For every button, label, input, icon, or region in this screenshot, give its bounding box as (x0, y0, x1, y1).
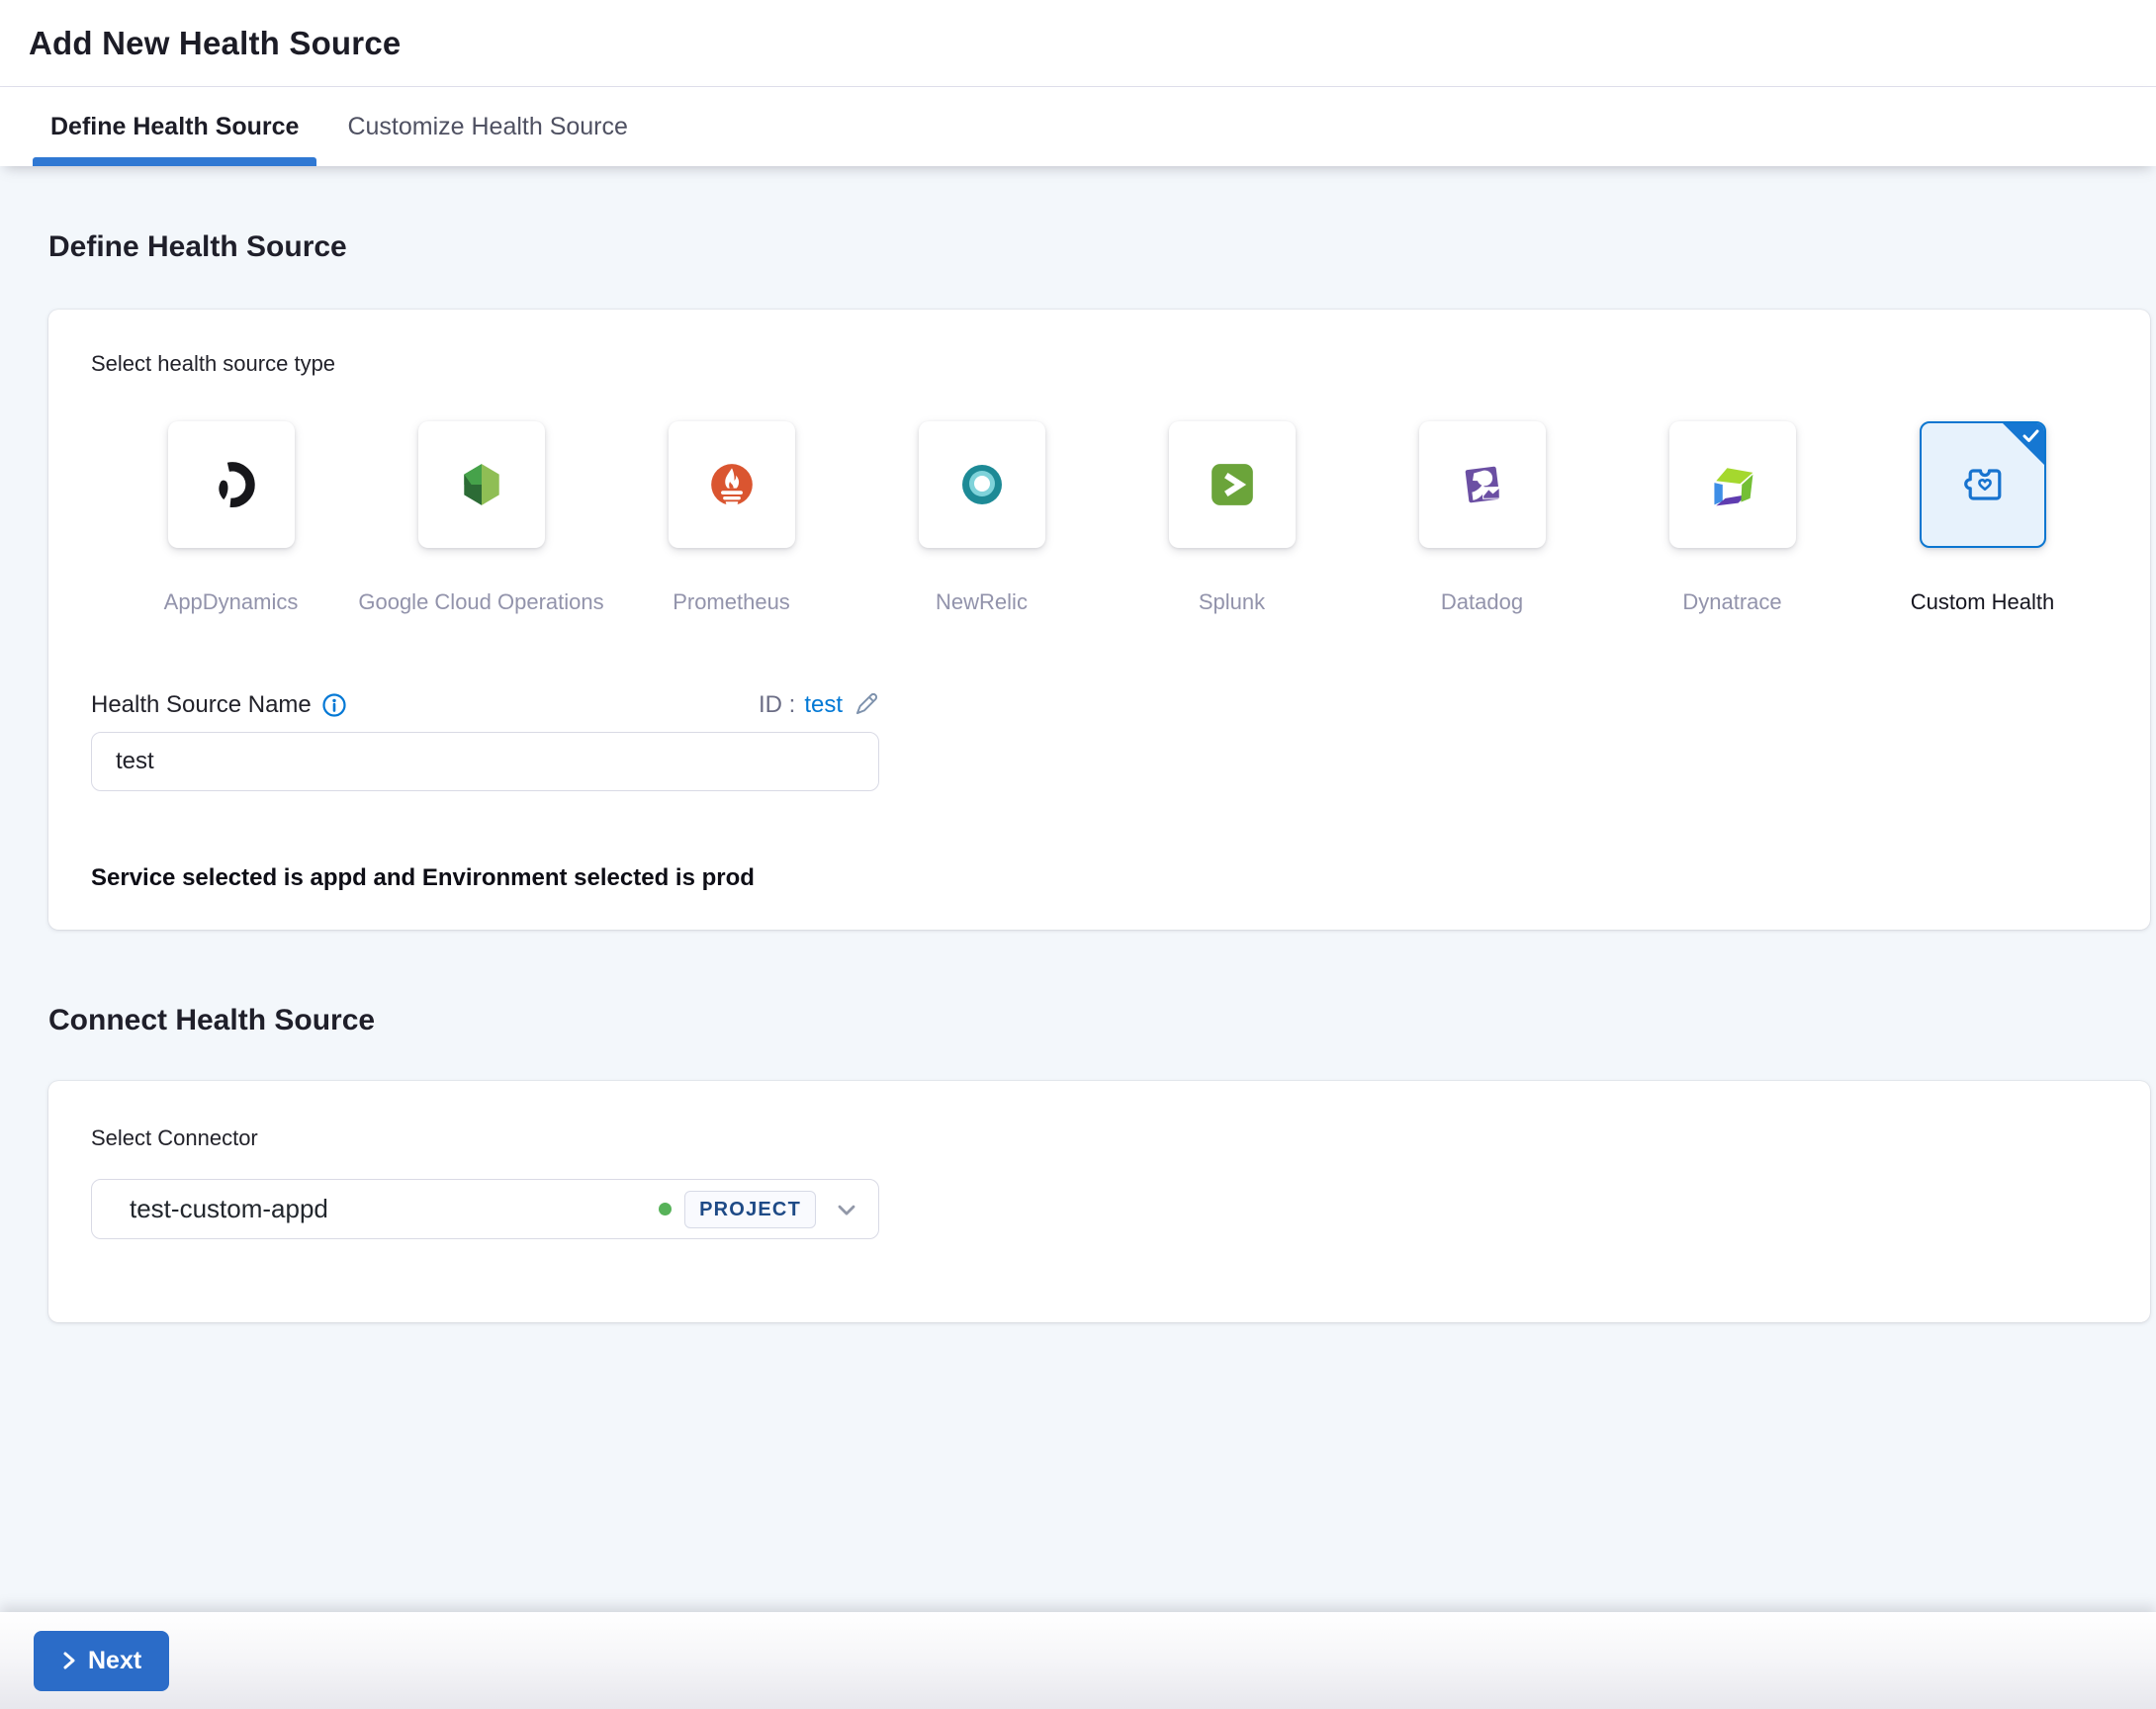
tab-label: Customize Health Source (347, 112, 628, 140)
selected-corner (2000, 423, 2044, 467)
source-type-datadog: Datadog (1357, 421, 1607, 615)
source-type-label: NewRelic (936, 589, 1028, 614)
connect-health-source-card: Select Connector test-custom-appd PROJEC… (48, 1081, 2150, 1322)
info-icon[interactable] (321, 692, 347, 718)
connect-section-heading: Connect Health Source (48, 1004, 376, 1036)
tab-define-health-source[interactable]: Define Health Source (33, 87, 317, 166)
dynatrace-icon (1707, 459, 1758, 510)
source-type-label: Prometheus (673, 589, 790, 614)
tab-bar: Define Health Source Customize Health So… (0, 87, 2156, 166)
source-type-card-datadog[interactable] (1418, 421, 1546, 548)
source-type-label: Splunk (1198, 589, 1266, 614)
id-value-link[interactable]: test (804, 691, 843, 719)
source-type-dynatrace: Dynatrace (1607, 421, 1857, 615)
connector-select[interactable]: test-custom-appd PROJECT (91, 1179, 879, 1239)
appdynamics-icon (207, 460, 256, 509)
source-type-tiles: AppDynamics Google Cloud Operations Prom… (106, 421, 2108, 615)
select-type-label: Select health source type (91, 351, 336, 376)
source-type-label: AppDynamics (163, 589, 299, 614)
service-environment-text: Service selected is appd and Environment… (91, 864, 755, 891)
source-type-card-appdynamics[interactable] (167, 421, 295, 548)
id-row: ID : test (759, 691, 879, 719)
connector-scope-badge: PROJECT (684, 1190, 816, 1228)
next-button-label: Next (88, 1646, 142, 1674)
source-type-card-custom-health[interactable] (1919, 421, 2046, 548)
id-label: ID : (758, 691, 796, 718)
source-type-google-cloud-operations: Google Cloud Operations (356, 421, 606, 615)
edit-pencil-icon[interactable] (852, 691, 879, 719)
source-type-prometheus: Prometheus (606, 421, 856, 615)
source-type-newrelic: NewRelic (856, 421, 1107, 615)
name-label-group: Health Source Name (91, 692, 347, 718)
source-type-card-dynatrace[interactable] (1668, 421, 1796, 548)
check-icon (2022, 429, 2039, 443)
main-content: Define Health Source Select health sourc… (0, 166, 2156, 1322)
source-type-label: Dynatrace (1682, 589, 1782, 614)
source-type-custom-health: Custom Health (1857, 421, 2108, 615)
source-type-splunk: Splunk (1107, 421, 1357, 615)
source-type-appdynamics: AppDynamics (106, 421, 356, 615)
define-section-heading: Define Health Source (48, 230, 347, 263)
footer-bar: Next (0, 1612, 2156, 1709)
source-type-card-newrelic[interactable] (918, 421, 1045, 548)
health-source-name-row: Health Source Name ID : test (91, 690, 879, 720)
source-type-card-prometheus[interactable] (668, 421, 795, 548)
tab-customize-health-source[interactable]: Customize Health Source (329, 87, 645, 166)
splunk-icon (1208, 460, 1257, 509)
source-type-label: Datadog (1440, 589, 1524, 614)
next-button[interactable]: Next (34, 1630, 170, 1691)
health-source-name-label: Health Source Name (91, 691, 312, 718)
green-status-dot (659, 1203, 673, 1215)
newrelic-icon (958, 461, 1006, 508)
connector-value: test-custom-appd (130, 1194, 328, 1223)
prometheus-icon (707, 460, 757, 509)
tab-label: Define Health Source (50, 112, 300, 140)
page-title: Add New Health Source (29, 24, 402, 61)
source-type-card-google-cloud-operations[interactable] (417, 421, 545, 548)
google-cloud-operations-icon (457, 460, 506, 509)
source-type-label: Google Cloud Operations (358, 589, 604, 614)
define-health-source-card: Select health source type AppDynamics Go… (48, 310, 2150, 930)
health-source-name-input[interactable] (91, 732, 879, 791)
select-connector-label: Select Connector (91, 1125, 258, 1150)
modal-header: Add New Health Source (0, 0, 2156, 87)
datadog-icon (1458, 460, 1507, 509)
source-type-label: Custom Health (1910, 589, 2055, 614)
chevron-right-icon (61, 1650, 77, 1671)
source-type-card-splunk[interactable] (1168, 421, 1296, 548)
chevron-down-icon[interactable] (833, 1196, 860, 1223)
